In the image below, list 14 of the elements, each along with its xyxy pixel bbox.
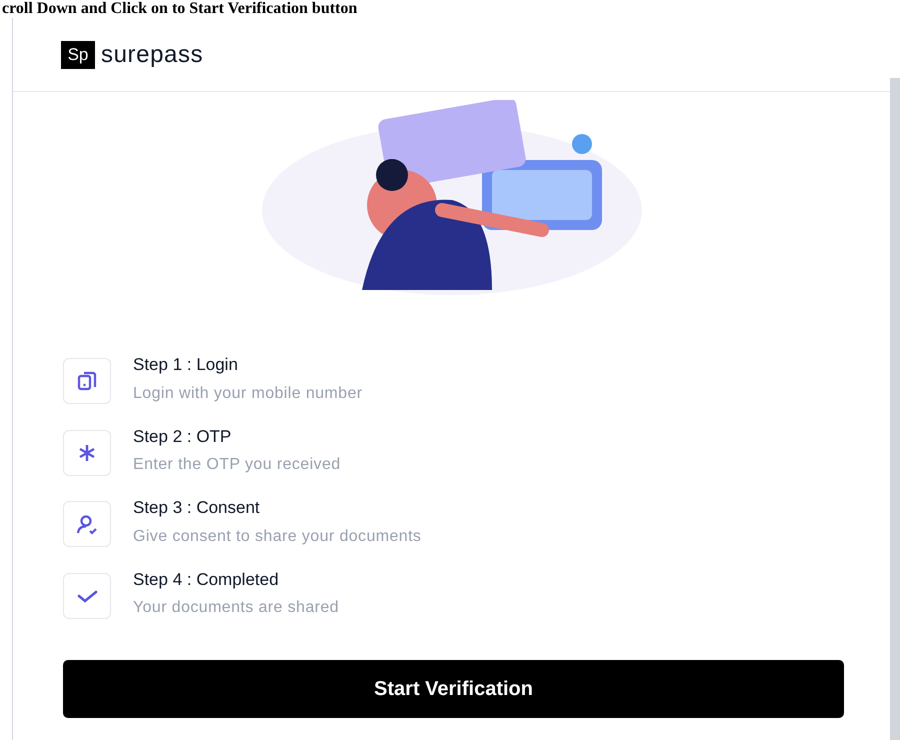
- step-title: Step 2 : OTP: [133, 426, 232, 448]
- caption-text: croll Down and Click on to Start Verification button: [2, 0, 358, 18]
- step-description: Your documents are shared: [133, 598, 339, 618]
- step-title: Step 3 : Consent: [133, 497, 261, 519]
- scrollbar-thumb[interactable]: [890, 78, 900, 740]
- start-verification-button[interactable]: Start Verification: [63, 660, 844, 718]
- brand-name: surepass: [101, 40, 204, 70]
- step-title: Step 4 : Completed: [133, 568, 280, 590]
- step-description: Enter the OTP you received: [133, 455, 341, 475]
- step-description: Login with your mobile number: [133, 384, 362, 404]
- phone-icon: [75, 369, 99, 393]
- step-description: Give consent to share your documents: [133, 526, 422, 546]
- logo-mark: Sp: [61, 40, 95, 68]
- step-title: Step 1 : Login: [133, 354, 239, 376]
